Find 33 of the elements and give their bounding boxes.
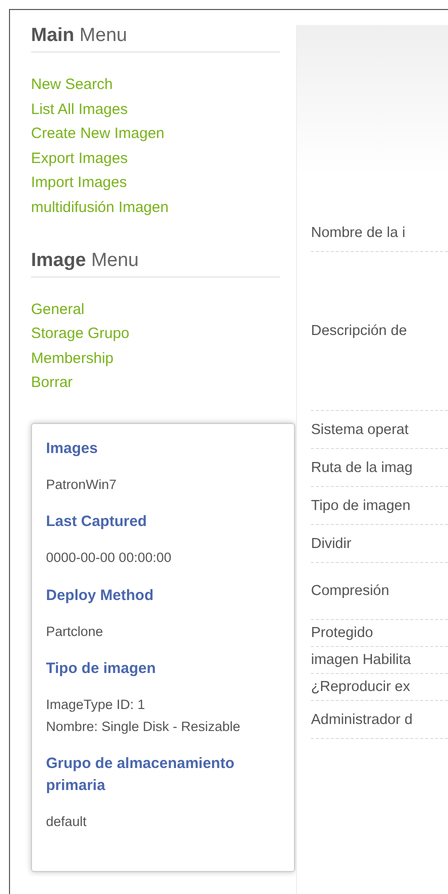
section-heading: Grupo de almacenamiento primaria — [46, 754, 236, 796]
menu-link[interactable]: List All Images — [31, 98, 128, 122]
menu-link[interactable]: Storage Grupo — [31, 322, 130, 347]
field-label: Dividir — [311, 534, 352, 552]
section-value: default — [46, 813, 88, 832]
section-value: Partclone — [46, 622, 104, 641]
menu-link[interactable]: Create New Imagen — [31, 122, 164, 147]
menu-link[interactable]: General — [31, 298, 84, 322]
menu-link[interactable]: Import Images — [31, 171, 127, 196]
section-heading: Tipo de imagen — [46, 659, 157, 680]
section-heading: Deploy Method — [46, 586, 154, 606]
section-heading: Last Captured — [46, 512, 148, 532]
field-label: imagen Habilita — [311, 651, 411, 669]
field-label: Descripción de — [311, 322, 407, 340]
section-heading: Images — [46, 438, 99, 459]
menu-link[interactable]: Borrar — [31, 371, 73, 396]
field-label: Nombre de la i — [311, 224, 406, 242]
field-label: ¿Reproducir ex — [311, 678, 410, 696]
menu-link[interactable]: Export Images — [31, 146, 128, 172]
field-label: Ruta de la imag — [311, 458, 413, 476]
field-label: Compresión — [311, 582, 390, 600]
menu-heading: Image Menu — [31, 248, 280, 278]
menu-link[interactable]: New Search — [31, 73, 113, 98]
field-label: Tipo de imagen — [311, 496, 410, 514]
field-label: Sistema operat — [311, 420, 409, 438]
menu-heading: Main Menu — [31, 23, 280, 53]
section-value: 0000-00-00 00:00:00 — [46, 549, 172, 568]
section-value: PatronWin7 — [46, 476, 118, 494]
field-label: Protegido — [311, 624, 374, 642]
menu-link[interactable]: Membership — [31, 346, 114, 372]
field-label: Administrador d — [311, 710, 413, 728]
menu-link[interactable]: multidifusión Imagen — [31, 196, 169, 221]
section-value: ImageType ID: 1 Nombre: Single Disk - Resizable — [46, 696, 242, 736]
